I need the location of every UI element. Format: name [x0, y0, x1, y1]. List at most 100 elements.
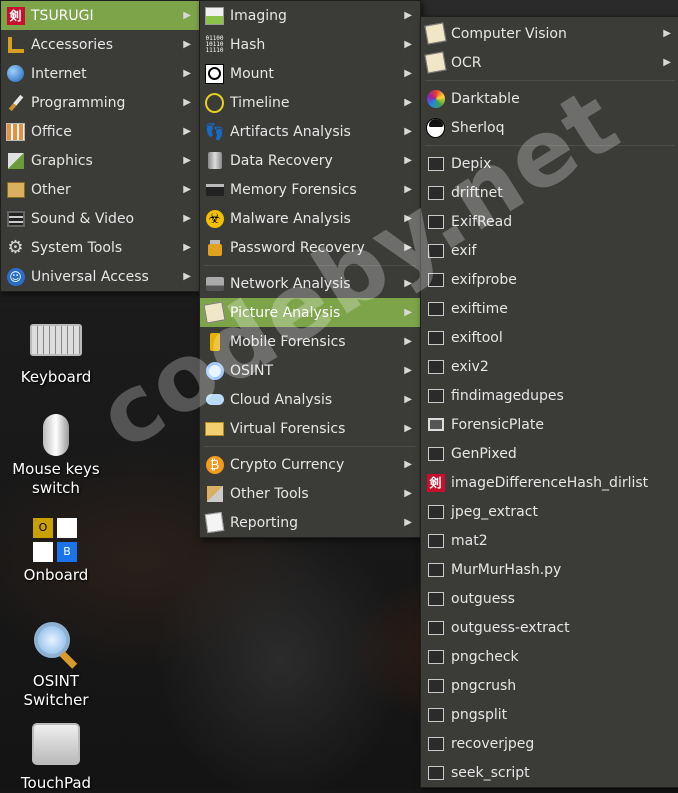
menu-item-label: OSINT — [230, 362, 274, 379]
menu-item-graphics[interactable]: Graphics ▶ — [1, 146, 199, 175]
menu-item-darktable[interactable]: Darktable — [421, 84, 678, 113]
menu-item-driftnet[interactable]: driftnet — [421, 178, 678, 207]
menu-item-label: exif — [451, 242, 477, 259]
menu-item-timeline[interactable]: Timeline ▶ — [200, 88, 420, 117]
menu-item-exif[interactable]: exif — [421, 236, 678, 265]
menu-item-label: Accessories — [31, 36, 114, 53]
menu-item-outguess[interactable]: outguess — [421, 584, 678, 613]
menu-item-system-tools[interactable]: ⚙ System Tools ▶ — [1, 233, 199, 262]
menu-item-pngcrush[interactable]: pngcrush — [421, 671, 678, 700]
menu-item-seek-script[interactable]: seek_script — [421, 758, 678, 787]
menu-item-other-tools[interactable]: Other Tools ▶ — [200, 479, 420, 508]
terminal-icon — [426, 502, 445, 521]
menu-item-pngsplit[interactable]: pngsplit — [421, 700, 678, 729]
menu-item-sound-video[interactable]: Sound & Video ▶ — [1, 204, 199, 233]
tools-icon — [205, 484, 224, 503]
submenu-arrow-icon: ▶ — [404, 517, 412, 528]
menu-item-label: Universal Access — [31, 268, 149, 285]
menu-item-network-analysis[interactable]: Network Analysis ▶ — [200, 269, 420, 298]
menu-item-artifacts-analysis[interactable]: 👣 Artifacts Analysis ▶ — [200, 117, 420, 146]
menu-item-label: exiftool — [451, 329, 503, 346]
globe-icon — [6, 64, 25, 83]
menu-item-sherloq[interactable]: Sherloq — [421, 113, 678, 142]
menu-item-crypto-currency[interactable]: ₿ Crypto Currency ▶ — [200, 450, 420, 479]
submenu-arrow-icon: ▶ — [404, 394, 412, 405]
menu-item-internet[interactable]: Internet ▶ — [1, 59, 199, 88]
menu-item-other[interactable]: Other ▶ — [1, 175, 199, 204]
menu-item-office[interactable]: Office ▶ — [1, 117, 199, 146]
terminal-icon — [426, 589, 445, 608]
menu-item-outguess-extract[interactable]: outguess-extract — [421, 613, 678, 642]
submenu-arrow-icon: ▶ — [183, 213, 191, 224]
onboard-desktop-icon[interactable]: O B Onboard — [1, 518, 111, 585]
menu-item-osint[interactable]: OSINT ▶ — [200, 356, 420, 385]
menu-item-exifprobe[interactable]: exifprobe — [421, 265, 678, 294]
terminal-icon — [426, 386, 445, 405]
osint-switcher-desktop-icon[interactable]: OSINT Switcher — [1, 620, 111, 710]
touchpad-desktop-icon[interactable]: TouchPad — [1, 723, 111, 793]
menu-item-findimagedupes[interactable]: findimagedupes — [421, 381, 678, 410]
mouse-keys-desktop-icon[interactable]: Mouse keys switch — [1, 414, 111, 498]
menu-item-forensicplate[interactable]: ForensicPlate — [421, 410, 678, 439]
menu-item-label: Timeline — [230, 94, 290, 111]
submenu-arrow-icon: ▶ — [183, 184, 191, 195]
menu-item-virtual-forensics[interactable]: Virtual Forensics ▶ — [200, 414, 420, 443]
menu-item-hash[interactable]: 01100 10110 11110 Hash ▶ — [200, 30, 420, 59]
menu-item-murmurhash-py[interactable]: MurMurHash.py — [421, 555, 678, 584]
menu-item-accessories[interactable]: Accessories ▶ — [1, 30, 199, 59]
menu-item-depix[interactable]: Depix — [421, 149, 678, 178]
menu-item-label: GenPixed — [451, 445, 517, 462]
submenu-arrow-icon: ▶ — [404, 155, 412, 166]
terminal-icon — [426, 299, 445, 318]
keyboard-label: Keyboard — [20, 368, 92, 386]
menu-item-label: imageDifferenceHash_dirlist — [451, 474, 649, 491]
menu-item-label: Other — [31, 181, 71, 198]
keyboard-desktop-icon[interactable]: Keyboard — [1, 322, 111, 387]
menu-item-label: exiv2 — [451, 358, 489, 375]
menu-item-label: Computer Vision — [451, 25, 567, 42]
menu-item-recoverjpeg[interactable]: recoverjpeg — [421, 729, 678, 758]
menu-item-jpeg-extract[interactable]: jpeg_extract — [421, 497, 678, 526]
submenu-arrow-icon: ▶ — [183, 126, 191, 137]
menu-item-exifread[interactable]: ExifRead — [421, 207, 678, 236]
imaging-icon — [205, 6, 224, 25]
submenu-arrow-icon: ▶ — [183, 39, 191, 50]
terminal-icon — [426, 241, 445, 260]
menu-item-label: System Tools — [31, 239, 123, 256]
menu-item-exiv2[interactable]: exiv2 — [421, 352, 678, 381]
menu-item-universal-access[interactable]: ☺ Universal Access ▶ — [1, 262, 199, 291]
menu-item-label: recoverjpeg — [451, 735, 535, 752]
menu-separator — [425, 145, 675, 146]
menu-item-imaging[interactable]: Imaging ▶ — [200, 1, 420, 30]
terminal-icon — [426, 676, 445, 695]
menu-item-label: Internet — [31, 65, 87, 82]
menu-item-malware-analysis[interactable]: ☣ Malware Analysis ▶ — [200, 204, 420, 233]
menu-item-programming[interactable]: Programming ▶ — [1, 88, 199, 117]
menu-item-exiftime[interactable]: exiftime — [421, 294, 678, 323]
menu-item-label: Hash — [230, 36, 266, 53]
menu-item-exiftool[interactable]: exiftool — [421, 323, 678, 352]
mouse-keys-label-line1: Mouse keys — [12, 460, 100, 478]
menu-item-data-recovery[interactable]: Data Recovery ▶ — [200, 146, 420, 175]
menu-item-label: seek_script — [451, 764, 530, 781]
menu-item-reporting[interactable]: Reporting ▶ — [200, 508, 420, 537]
menu-item-password-recovery[interactable]: Password Recovery ▶ — [200, 233, 420, 262]
menu-item-picture-analysis[interactable]: Picture Analysis ▶ — [200, 298, 420, 327]
menu-item-computer-vision[interactable]: Computer Vision ▶ — [421, 19, 678, 48]
menu-item-mobile-forensics[interactable]: Mobile Forensics ▶ — [200, 327, 420, 356]
menu-item-mat2[interactable]: mat2 — [421, 526, 678, 555]
terminal-icon — [426, 560, 445, 579]
menu-item-genpixed[interactable]: GenPixed — [421, 439, 678, 468]
menu-item-memory-forensics[interactable]: Memory Forensics ▶ — [200, 175, 420, 204]
applications-menu: 剣 TSURUGI ▶ Accessories ▶ Internet ▶ Programmin… — [0, 0, 200, 292]
menu-item-imagedifferencehash-dirlist[interactable]: 剣 imageDifferenceHash_dirlist — [421, 468, 678, 497]
submenu-arrow-icon: ▶ — [183, 68, 191, 79]
menu-item-mount[interactable]: Mount ▶ — [200, 59, 420, 88]
menu-item-tsurugi[interactable]: 剣 TSURUGI ▶ — [1, 1, 199, 30]
onboard-key-blank1 — [57, 518, 77, 538]
gear-icon: ⚙ — [7, 237, 24, 258]
terminal-icon — [426, 183, 445, 202]
menu-item-cloud-analysis[interactable]: Cloud Analysis ▶ — [200, 385, 420, 414]
menu-item-ocr[interactable]: OCR ▶ — [421, 48, 678, 77]
menu-item-pngcheck[interactable]: pngcheck — [421, 642, 678, 671]
